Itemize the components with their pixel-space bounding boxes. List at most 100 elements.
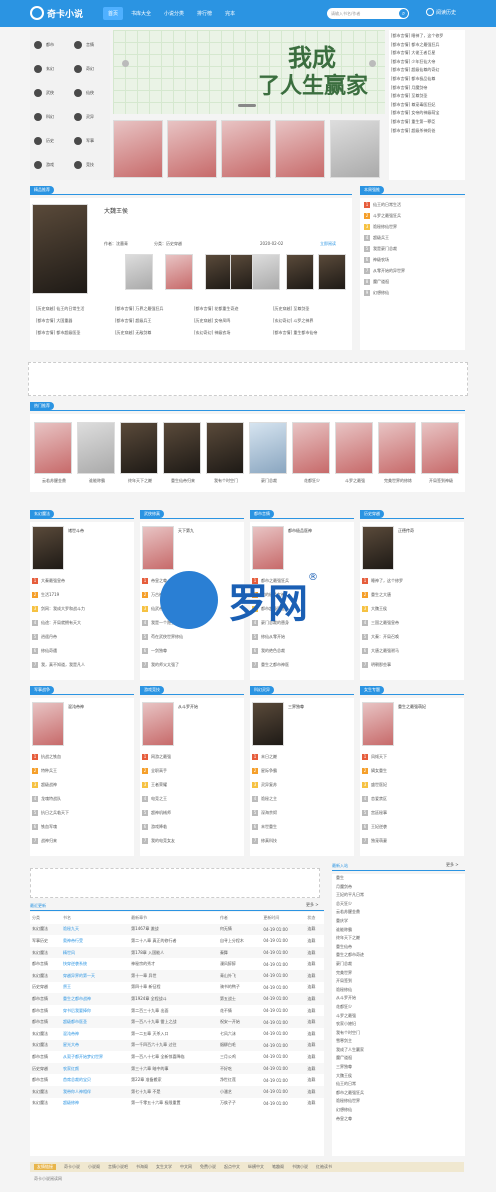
- book-cover[interactable]: [165, 254, 193, 290]
- category-item[interactable]: 玄幻: [30, 58, 70, 79]
- list-item[interactable]: 1 凤倾天下: [362, 754, 462, 760]
- category-item[interactable]: 仙侠: [70, 82, 110, 103]
- news-item[interactable]: [都市言情] 女帝的神级萌宝: [391, 109, 463, 118]
- book-title[interactable]: 重生仙帝归来: [163, 478, 203, 484]
- new-book-item[interactable]: 诡秘修仙: [336, 986, 461, 995]
- book-cover[interactable]: [378, 422, 416, 474]
- news-item[interactable]: [都市言情] 少年狂仙大帝: [391, 58, 463, 67]
- new-book-item[interactable]: 大魏王侯: [336, 1072, 461, 1081]
- list-item[interactable]: 6 游戏降临: [142, 824, 242, 830]
- book-cover[interactable]: [330, 120, 380, 178]
- book-title[interactable]: 混沌帝神: [68, 704, 84, 710]
- featured-link[interactable]: [都市言情] 都市超级医圣: [36, 330, 112, 336]
- news-item[interactable]: [都市言情] 超级仙尊的奇幻: [391, 66, 463, 75]
- list-item[interactable]: 3 大魏王侯: [362, 606, 462, 612]
- rank-item[interactable]: 9 幻想修仙: [364, 290, 462, 296]
- book-cover[interactable]: [142, 526, 174, 570]
- table-cell[interactable]: 第四十章 新征程: [129, 982, 218, 994]
- friend-link[interactable]: 起点中文: [224, 1164, 240, 1170]
- category-item[interactable]: 奇幻: [70, 58, 110, 79]
- list-item[interactable]: 7 战神归来: [32, 838, 132, 844]
- rank-item[interactable]: 1 仙王的日常生活: [364, 202, 462, 208]
- book-link[interactable]: 我带你人神相伴: [61, 1086, 129, 1098]
- table-row[interactable]: 都市言情 快穿逆袭系统 神秘宗的秀才 漫风醉醉 04-19 01:00 连载: [30, 958, 324, 970]
- list-item[interactable]: 1 末日之巅: [252, 754, 352, 760]
- featured-link[interactable]: [都市言情] 重生都市仙帝: [273, 330, 349, 336]
- friend-link[interactable]: 奇卡小说: [64, 1164, 80, 1170]
- new-book-item[interactable]: 重庆学: [336, 917, 461, 926]
- table-cell[interactable]: 第一千四百六十九章 过往: [129, 1040, 218, 1052]
- table-cell[interactable]: 第178章 入国能人: [129, 947, 218, 959]
- news-item[interactable]: [都市言情] 大佬王者巨星: [391, 49, 463, 58]
- rank-item[interactable]: 4 超级兵王: [364, 235, 462, 241]
- book-link[interactable]: 穿书后我要捧你: [61, 1005, 129, 1017]
- friend-link[interactable]: 笔趣阁: [272, 1164, 284, 1170]
- new-book-item[interactable]: 花都狂少: [336, 1003, 461, 1012]
- new-book-item[interactable]: 开局签到: [336, 977, 461, 986]
- news-item[interactable]: [都市言情] 至尊剑圣: [391, 92, 463, 101]
- new-book-item[interactable]: 雪寒剑主: [336, 1037, 461, 1046]
- featured-cover[interactable]: [32, 204, 88, 294]
- list-item[interactable]: 5 宫廷秘事: [362, 810, 462, 816]
- book-title[interactable]: 花都狂少: [292, 478, 332, 484]
- category-item[interactable]: 游戏: [30, 154, 70, 175]
- new-book-item[interactable]: 重生仙帝: [336, 943, 461, 952]
- book-title[interactable]: 云若苏醒金鼎: [34, 478, 74, 484]
- list-item[interactable]: 2 重生之大唐: [362, 592, 462, 598]
- new-book-item[interactable]: 完美世界: [336, 969, 461, 978]
- category-item[interactable]: 军事: [70, 130, 110, 151]
- new-book-item[interactable]: 仙王的日常: [336, 1080, 461, 1089]
- table-cell[interactable]: 第一千零五十六章 极限重置: [129, 1098, 218, 1110]
- book-cover[interactable]: [125, 254, 153, 290]
- book-link[interactable]: 快穿逆袭系统: [61, 958, 129, 970]
- featured-title[interactable]: 大魏王侯: [104, 206, 128, 215]
- table-row[interactable]: 玄幻魔法 混沌帝神 第一二五章 灭杀入口 七风六沫 04-19 01:00 连载: [30, 1028, 324, 1040]
- table-row[interactable]: 玄幻魔法 我带你人神相伴 第七十九章 不是 小潘艺 04-19 01:00 连载: [30, 1085, 324, 1098]
- latest-more-link[interactable]: 更多 >: [306, 902, 319, 908]
- new-book-item[interactable]: 斗罗之最强: [336, 1012, 461, 1021]
- book-link[interactable]: 首席总裁的宝贝: [61, 1074, 129, 1086]
- book-cover[interactable]: [167, 120, 217, 178]
- book-link[interactable]: 星光大帝: [61, 1040, 129, 1052]
- list-item[interactable]: 3 王者荣耀: [142, 782, 242, 788]
- book-cover[interactable]: [362, 702, 394, 746]
- friend-link[interactable]: 书旗小说: [292, 1164, 308, 1170]
- friend-link[interactable]: 女生文学: [156, 1164, 172, 1170]
- table-row[interactable]: 历史穿越 农家红颜 第三十六章 暗中的事 不好吃 04-19 01:00 连载: [30, 1062, 324, 1075]
- book-title[interactable]: 豪门总裁: [249, 478, 289, 484]
- history-link[interactable]: 阅读历史: [426, 8, 456, 16]
- featured-link[interactable]: [都市言情] 花都重生奇迹: [194, 306, 270, 312]
- list-item[interactable]: 6 铁血军魂: [32, 824, 132, 830]
- list-item[interactable]: 2 特种兵王: [32, 768, 132, 774]
- list-item[interactable]: 3 盛世医妃: [362, 782, 462, 788]
- new-book-item[interactable]: 幻想修仙: [336, 1106, 461, 1115]
- new-book-item[interactable]: 魔尸道祖: [336, 1054, 461, 1063]
- book-cover[interactable]: [318, 254, 346, 290]
- rank-item[interactable]: 3 诡秘修仙世界: [364, 224, 462, 230]
- table-cell[interactable]: 第22章 准备搬家: [129, 1074, 218, 1086]
- banner-next-button[interactable]: [369, 60, 376, 67]
- category-item[interactable]: 言情: [70, 34, 110, 55]
- book-title[interactable]: 正德传奇: [398, 528, 414, 534]
- table-row[interactable]: 军事历史 奥神帝行受 第二十八章 真正的修行者 自寻上分程木 04-19 01:00 连载: [30, 935, 324, 947]
- new-book-item[interactable]: 我有个时空门: [336, 1029, 461, 1038]
- book-cover[interactable]: [421, 422, 459, 474]
- book-cover[interactable]: [362, 526, 394, 570]
- table-cell[interactable]: 第二十八章 真正的修行者: [129, 935, 218, 947]
- new-book-item[interactable]: 从斗罗开始: [336, 994, 461, 1003]
- friend-link[interactable]: 免费小说: [200, 1164, 216, 1170]
- book-link[interactable]: 从契子都开始梦幻世界: [61, 1051, 129, 1063]
- list-item[interactable]: 7 我的师父太强了: [142, 662, 242, 668]
- book-cover[interactable]: [252, 702, 284, 746]
- list-item[interactable]: 4 仙途：开局就拥有天大: [32, 620, 132, 626]
- book-cover[interactable]: [249, 422, 287, 474]
- table-cell[interactable]: 第三十六章 暗中的事: [129, 1063, 218, 1075]
- table-cell[interactable]: 第七十九章 不是: [129, 1086, 218, 1098]
- book-cover[interactable]: [206, 422, 244, 474]
- book-link[interactable]: 重生之都市战神: [61, 993, 129, 1005]
- book-link[interactable]: 混沌帝神: [61, 1028, 129, 1040]
- new-book-item[interactable]: 三界独尊: [336, 1063, 461, 1072]
- table-row[interactable]: 玄幻魔法 精世风 第178章 入国能人 秦舞 04-19 01:00 连载: [30, 946, 324, 959]
- rank-item[interactable]: 2 斗罗之最强狂兵: [364, 213, 462, 219]
- hero-banner[interactable]: 我成 了人生赢家: [113, 30, 385, 114]
